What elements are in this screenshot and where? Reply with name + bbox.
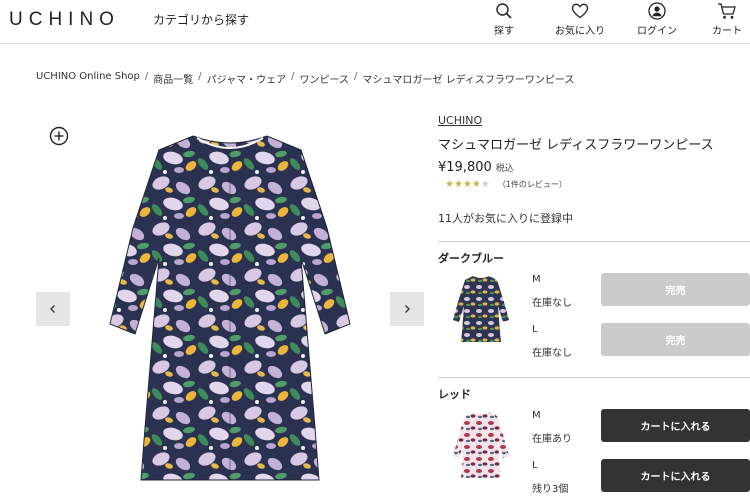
- heart-icon: [571, 3, 589, 19]
- price-block: ¥19,800 税込: [438, 160, 514, 175]
- variant-thumbnail-red: [453, 412, 509, 478]
- nav-login[interactable]: ログイン: [637, 2, 677, 37]
- nav-login-label: ログイン: [637, 26, 677, 37]
- rating-block[interactable]: ★★★★★ （1件のレビュー）: [445, 179, 567, 190]
- cart-icon: [718, 3, 736, 19]
- star-filled-icon: ★: [453, 179, 463, 190]
- variant-color-label: レッド: [438, 388, 471, 401]
- site-logo[interactable]: UCHINO: [9, 9, 120, 31]
- review-count[interactable]: （1件のレビュー）: [498, 179, 567, 190]
- add-to-cart-button[interactable]: カートに入れる: [601, 459, 750, 492]
- nav-search-label: 探す: [494, 26, 514, 37]
- star-filled-icon: ★: [471, 179, 481, 190]
- star-rating: ★★★★★: [445, 179, 490, 190]
- divider: [438, 377, 750, 378]
- product-title: マシュマロガーゼ レディスフラワーワンピース: [438, 138, 714, 153]
- size-label: L: [532, 324, 538, 335]
- variant-thumbnail-darkblue: [453, 276, 509, 342]
- product-main-image: [109, 135, 351, 481]
- breadcrumb: UCHINO Online Shop / 商品一覧 / パジャマ・ウェア / ワ…: [36, 71, 575, 86]
- breadcrumb-subcategory[interactable]: ワンピース: [300, 71, 350, 86]
- nav-favorites-label: お気に入り: [555, 26, 605, 37]
- nav-favorites[interactable]: お気に入り: [555, 2, 605, 37]
- product-brand-link[interactable]: UCHINO: [438, 114, 482, 127]
- stock-status: 在庫なし: [532, 348, 572, 359]
- favorite-count: 11人がお気に入りに登録中: [438, 212, 573, 225]
- stock-status: 在庫なし: [532, 298, 572, 309]
- star-filled-icon: ★: [462, 179, 472, 190]
- nav-cart-label: カート: [712, 26, 742, 37]
- nav-cart[interactable]: カート: [712, 2, 742, 37]
- site-header: UCHINO カテゴリから探す 探す お気に入り ログイン カート: [0, 0, 750, 44]
- gallery-prev-button[interactable]: [36, 292, 70, 326]
- add-to-cart-button[interactable]: カートに入れる: [601, 409, 750, 442]
- chevron-left-icon: [50, 305, 55, 313]
- star-filled-icon: ★: [445, 179, 454, 190]
- nav-search[interactable]: 探す: [494, 2, 514, 37]
- gallery-next-button[interactable]: [390, 292, 424, 326]
- breadcrumb-category[interactable]: パジャマ・ウェア: [207, 71, 287, 86]
- variant-color-label: ダークブルー: [438, 252, 504, 265]
- soldout-button: 完売: [601, 323, 750, 356]
- tax-label: 税込: [495, 164, 514, 174]
- breadcrumb-current: マシュマロガーゼ レディスフラワーワンピース: [362, 75, 575, 86]
- star-empty-icon: ★: [480, 179, 490, 190]
- product-price: ¥19,800: [438, 160, 492, 175]
- chevron-right-icon: [405, 305, 410, 313]
- size-label: L: [532, 460, 538, 471]
- search-icon: [496, 3, 512, 19]
- breadcrumb-home[interactable]: UCHINO Online Shop: [36, 71, 140, 86]
- soldout-button: 完売: [601, 273, 750, 306]
- zoom-in-icon[interactable]: [49, 126, 69, 146]
- stock-status: 在庫あり: [532, 434, 572, 445]
- breadcrumb-products[interactable]: 商品一覧: [153, 71, 193, 86]
- divider: [438, 241, 750, 242]
- size-label: M: [532, 274, 541, 285]
- stock-status: 残り3個: [532, 484, 569, 495]
- category-search-link[interactable]: カテゴリから探す: [153, 11, 249, 28]
- size-label: M: [532, 410, 541, 421]
- user-icon: [648, 2, 666, 20]
